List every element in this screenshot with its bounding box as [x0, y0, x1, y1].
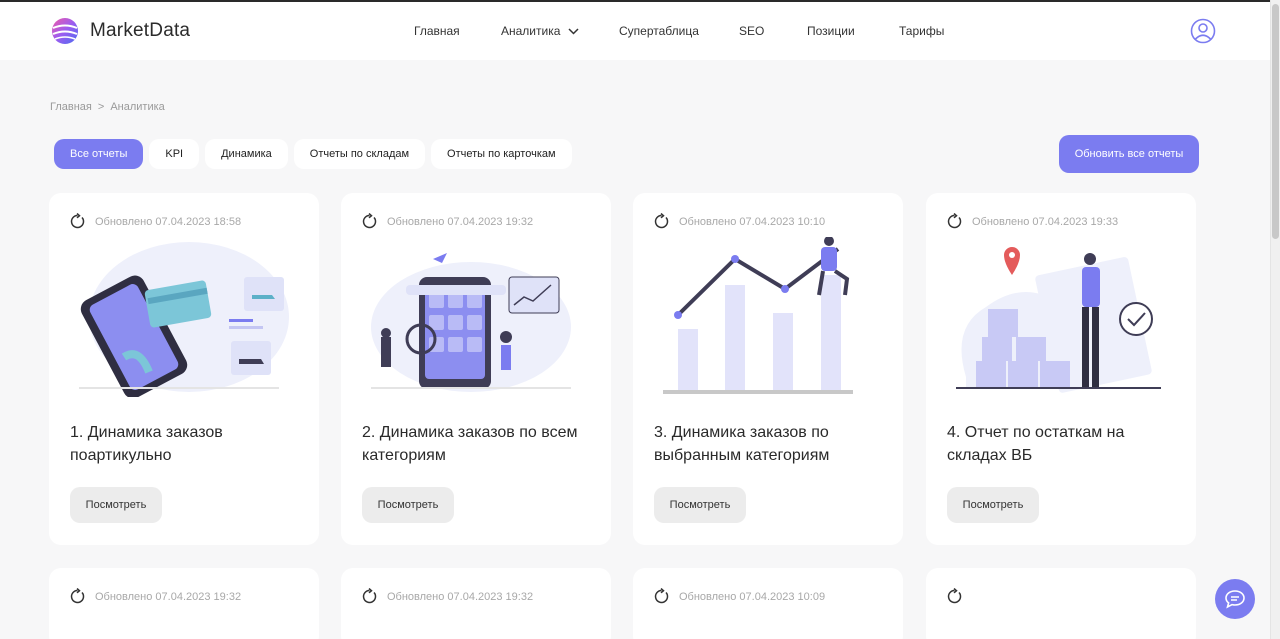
nav-item-supertable[interactable]: Супертаблица	[619, 24, 699, 38]
updated-status: Обновлено 07.04.2023 18:58	[69, 213, 241, 230]
nav-item-home[interactable]: Главная	[414, 24, 460, 38]
chat-button[interactable]	[1215, 579, 1255, 619]
report-card: Обновлено 07.04.2023 10:09	[633, 568, 903, 639]
report-card	[926, 568, 1196, 639]
updated-text: Обновлено 07.04.2023 10:10	[679, 215, 826, 228]
refresh-icon[interactable]	[946, 588, 963, 605]
scrollbar-thumb[interactable]	[1272, 4, 1279, 239]
phone-payment-illustration	[79, 242, 289, 397]
report-card: Обновлено 07.04.2023 19:33 4. Отчет по о…	[926, 193, 1196, 545]
updated-text: Обновлено 07.04.2023 18:58	[95, 215, 242, 228]
breadcrumb-home[interactable]: Главная	[50, 101, 92, 113]
updated-status: Обновлено 07.04.2023 10:10	[653, 213, 825, 230]
report-title: 2. Динамика заказов по всем категориям	[362, 424, 578, 464]
refresh-icon[interactable]	[69, 588, 86, 605]
updated-text: Обновлено 07.04.2023 10:09	[679, 590, 826, 603]
filter-card-reports[interactable]: Отчеты по карточкам	[431, 139, 572, 169]
filter-kpi[interactable]: KPI	[149, 139, 200, 169]
updated-status: Обновлено 07.04.2023 19:33	[946, 213, 1118, 230]
report-filters: Все отчеты KPI Динамика Отчеты по склада…	[54, 139, 572, 169]
view-report-button[interactable]: Посмотреть	[362, 487, 454, 523]
report-title: 4. Отчет по остаткам на складах ВБ	[947, 424, 1125, 464]
breadcrumb-current: Аналитика	[110, 101, 165, 113]
breadcrumb-separator: >	[97, 101, 105, 113]
updated-text: Обновлено 07.04.2023 19:32	[95, 590, 242, 603]
refresh-icon[interactable]	[653, 588, 670, 605]
updated-status: Обновлено 07.04.2023 19:32	[361, 213, 533, 230]
growth-chart-illustration	[663, 237, 853, 394]
refresh-icon[interactable]	[653, 213, 670, 230]
nav-item-tariffs[interactable]: Тарифы	[899, 24, 944, 38]
report-card: Обновлено 07.04.2023 19:32	[49, 568, 319, 639]
nav-item-analytics-label: Аналитика	[501, 24, 561, 38]
top-navbar: MarketData Главная Аналитика Супертаблиц…	[0, 0, 1270, 60]
updated-status: Обновлено 07.04.2023 19:32	[361, 588, 533, 605]
report-title: 1. Динамика заказов поартикульно	[70, 424, 223, 464]
report-card: Обновлено 07.04.2023 18:58 1. Динамика з…	[49, 193, 319, 545]
user-icon[interactable]	[1190, 18, 1216, 44]
view-report-button[interactable]: Посмотреть	[70, 487, 162, 523]
refresh-icon[interactable]	[946, 213, 963, 230]
chat-icon	[1225, 590, 1245, 609]
filter-dynamics[interactable]: Динамика	[205, 139, 288, 169]
nav-item-positions[interactable]: Позиции	[807, 24, 855, 38]
updated-status: Обновлено 07.04.2023 10:09	[653, 588, 825, 605]
mobile-analytics-illustration	[371, 253, 571, 392]
updated-status	[946, 588, 972, 605]
updated-text: Обновлено 07.04.2023 19:32	[387, 215, 534, 228]
report-card: Обновлено 07.04.2023 19:32 2. Динамика з…	[341, 193, 611, 545]
report-title: 3. Динамика заказов по выбранным категор…	[654, 424, 830, 464]
filter-warehouse-reports[interactable]: Отчеты по складам	[293, 139, 426, 169]
chevron-down-icon	[568, 28, 579, 35]
nav-item-seo[interactable]: SEO	[739, 24, 764, 38]
report-card: Обновлено 07.04.2023 10:10 3. Динамика з…	[633, 193, 903, 545]
view-report-button[interactable]: Посмотреть	[654, 487, 746, 523]
filter-all-reports[interactable]: Все отчеты	[54, 139, 144, 169]
updated-text: Обновлено 07.04.2023 19:33	[972, 215, 1119, 228]
updated-text: Обновлено 07.04.2023 19:32	[387, 590, 534, 603]
warehouse-stock-illustration	[956, 247, 1161, 393]
page-scrollbar[interactable]	[1270, 0, 1280, 639]
view-report-button[interactable]: Посмотреть	[947, 487, 1039, 523]
updated-status: Обновлено 07.04.2023 19:32	[69, 588, 241, 605]
refresh-icon[interactable]	[361, 213, 378, 230]
refresh-all-reports-button[interactable]: Обновить все отчеты	[1059, 135, 1199, 173]
nav-item-analytics[interactable]: Аналитика	[501, 24, 579, 38]
breadcrumb: Главная > Аналитика	[50, 101, 165, 113]
main-nav: Главная Аналитика Супертаблица SEO Позиц…	[0, 2, 1270, 60]
report-card: Обновлено 07.04.2023 19:32	[341, 568, 611, 639]
refresh-icon[interactable]	[69, 213, 86, 230]
refresh-icon[interactable]	[361, 588, 378, 605]
